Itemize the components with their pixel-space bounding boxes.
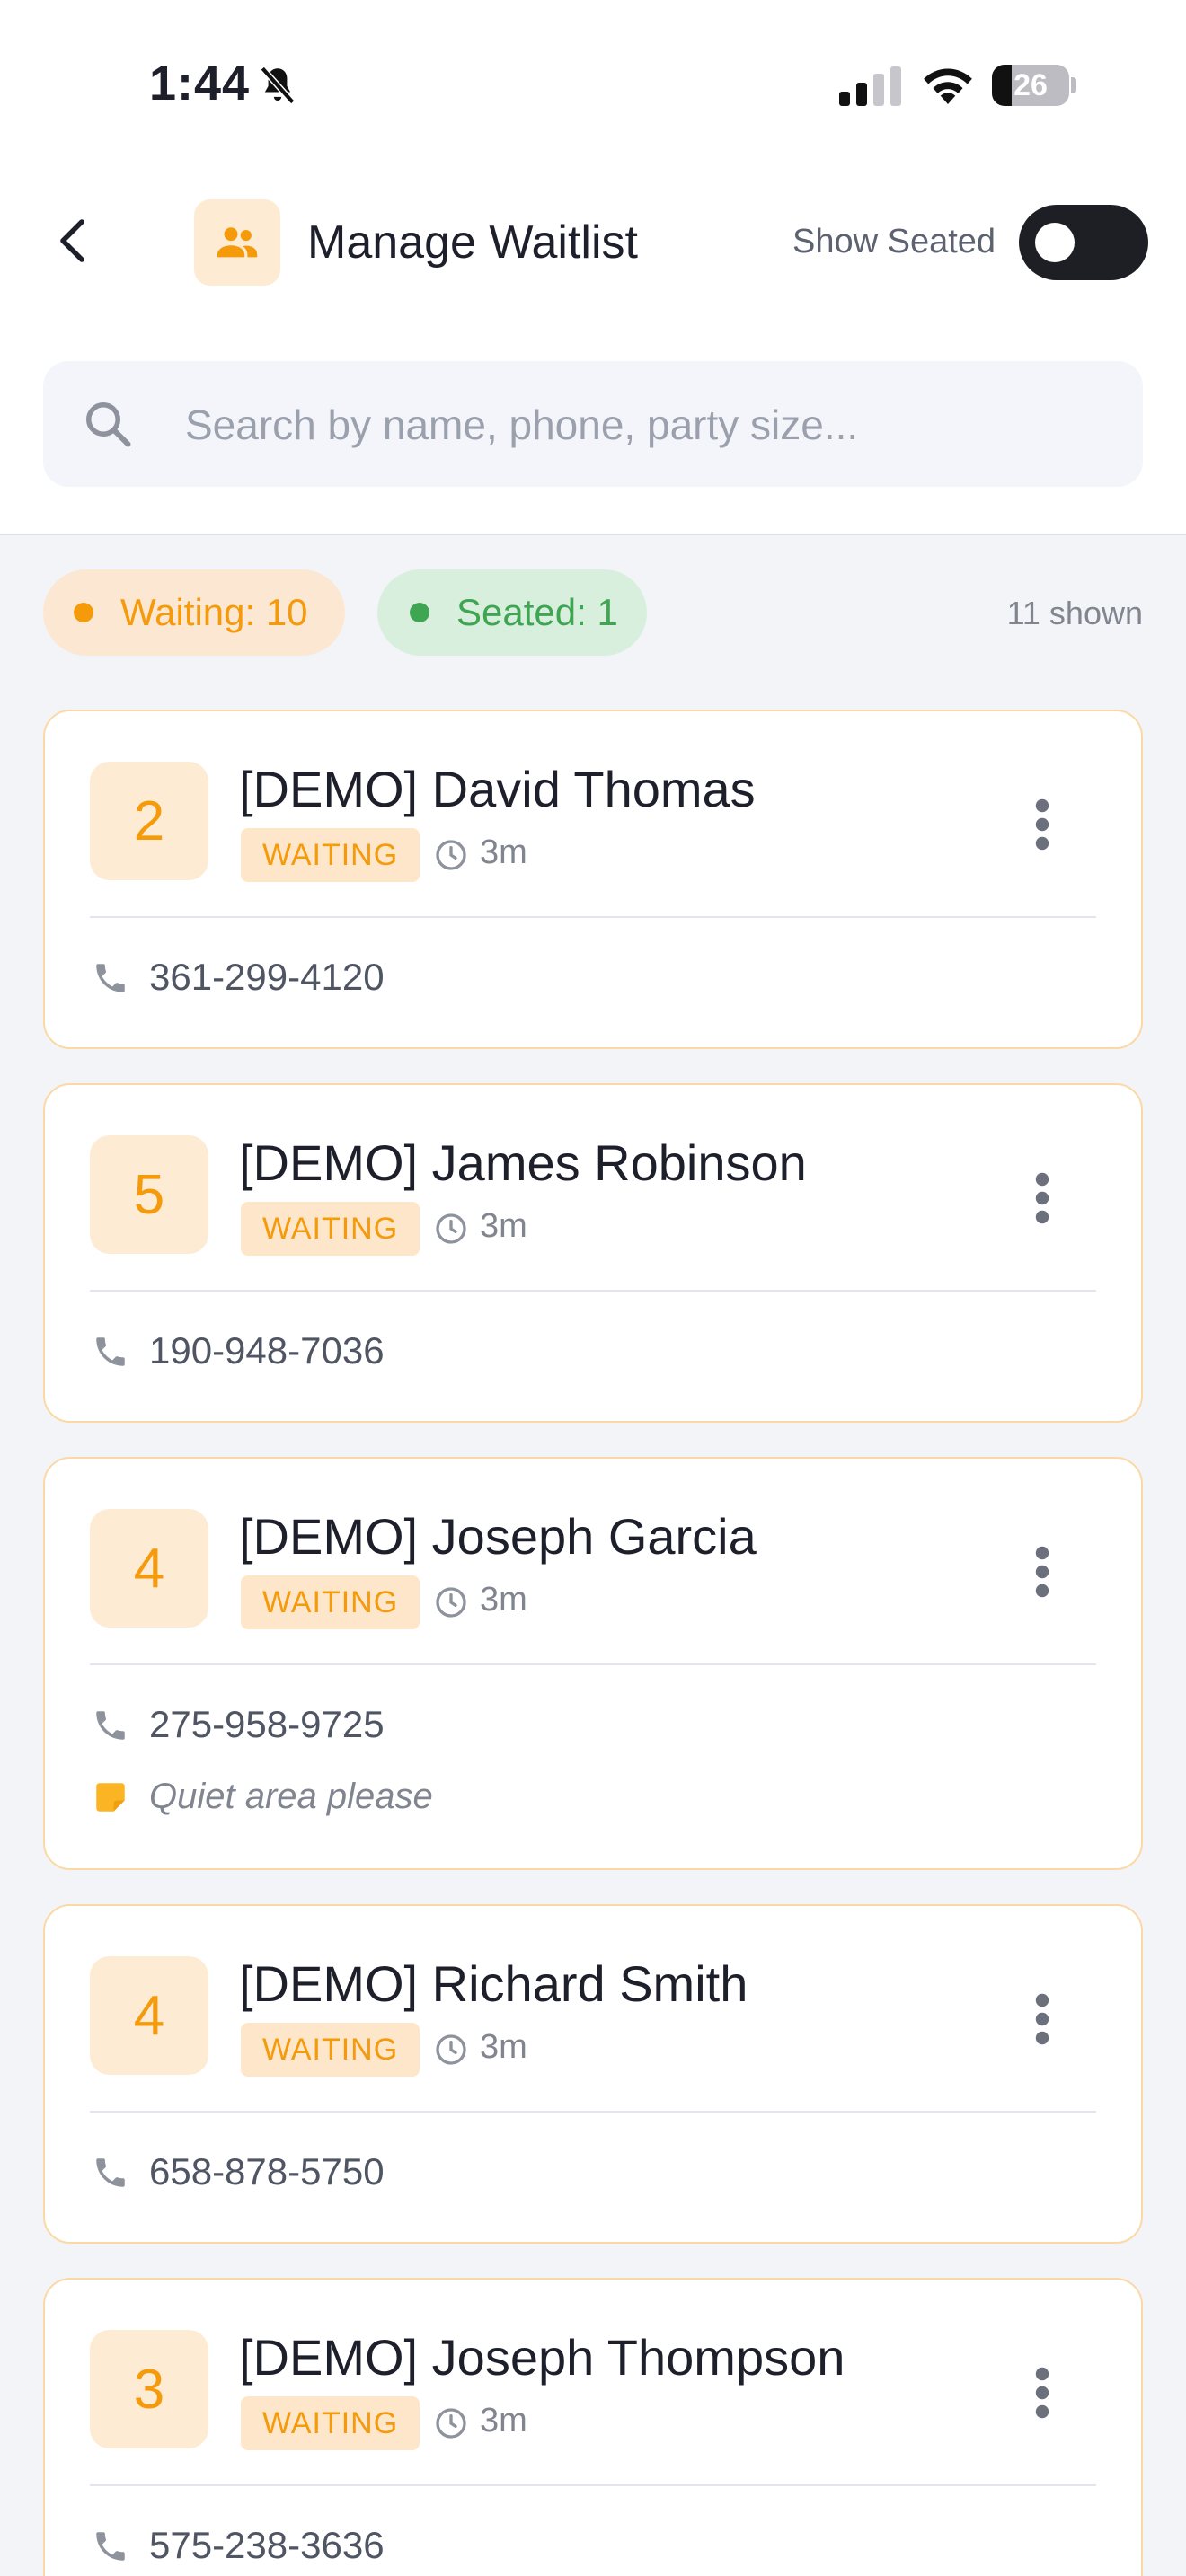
phone-icon <box>96 964 125 992</box>
guest-note: Quiet area please <box>149 1777 433 1816</box>
shown-count: 11 shown <box>1006 595 1143 631</box>
top-bar: 1:44 26 Manage Waitlist Show Seated <box>0 0 1186 535</box>
status-time: 1:44 <box>149 57 251 110</box>
seated-dot <box>410 603 429 622</box>
waiting-count-chip[interactable]: Waiting: 10 <box>43 569 345 656</box>
phone-icon <box>96 2532 125 2561</box>
clock-icon <box>436 840 466 870</box>
waiting-count-label: Waiting: 10 <box>120 591 308 633</box>
cellular-signal-icon <box>839 66 901 106</box>
phone-number[interactable]: 361-299-4120 <box>149 956 385 999</box>
people-icon <box>217 227 258 258</box>
guest-name: [DEMO] Richard Smith <box>239 1955 748 2012</box>
card-divider <box>90 1663 1096 1665</box>
card-divider <box>90 916 1096 918</box>
waitlist-card[interactable]: 4 [DEMO] Joseph Garcia WAITING 3m 275-95… <box>43 1457 1143 1870</box>
seated-count-label: Seated: 1 <box>456 591 618 633</box>
guest-name: [DEMO] Joseph Thompson <box>239 2329 845 2386</box>
status-badge: WAITING <box>241 1575 420 1629</box>
party-size-badge: 5 <box>90 1135 208 1254</box>
clock-icon <box>436 2408 466 2439</box>
phone-icon <box>96 1337 125 1366</box>
more-vertical-icon[interactable] <box>1033 798 1051 851</box>
search-icon <box>86 402 131 447</box>
guest-name: [DEMO] James Robinson <box>239 1134 807 1191</box>
bell-muted-icon <box>260 66 296 105</box>
chevron-left-icon[interactable] <box>50 216 101 266</box>
waitlist-card[interactable]: 4 [DEMO] Richard Smith WAITING 3m 658-87… <box>43 1904 1143 2244</box>
clock-icon <box>436 1587 466 1618</box>
status-badge: WAITING <box>241 2396 420 2450</box>
phone-number[interactable]: 190-948-7036 <box>149 1329 385 1372</box>
search-input[interactable] <box>183 392 1112 458</box>
phone-number[interactable]: 575-238-3636 <box>149 2524 385 2567</box>
party-size-badge: 2 <box>90 762 208 880</box>
search-bar[interactable] <box>43 361 1143 487</box>
more-vertical-icon[interactable] <box>1033 1171 1051 1225</box>
more-vertical-icon[interactable] <box>1033 1545 1051 1599</box>
phone-icon <box>96 1711 125 1740</box>
wait-time: 3m <box>480 1207 527 1245</box>
show-seated-label: Show Seated <box>792 223 996 260</box>
show-seated-toggle[interactable] <box>1019 205 1148 280</box>
status-badge: WAITING <box>241 1202 420 1256</box>
more-vertical-icon[interactable] <box>1033 1992 1051 2046</box>
wait-time: 3m <box>480 2402 527 2439</box>
party-size-badge: 4 <box>90 1509 208 1628</box>
guest-name: [DEMO] David Thomas <box>239 761 756 817</box>
battery-icon: 26 <box>992 65 1069 106</box>
waitlist-app-icon <box>194 199 280 286</box>
status-badge: WAITING <box>241 2023 420 2077</box>
card-divider <box>90 2484 1096 2486</box>
party-size-badge: 4 <box>90 1956 208 2075</box>
wait-time: 3m <box>480 2028 527 2066</box>
party-size-badge: 3 <box>90 2330 208 2448</box>
card-divider <box>90 1290 1096 1292</box>
phone-icon <box>96 2158 125 2187</box>
waitlist-card[interactable]: 2 [DEMO] David Thomas WAITING 3m 361-299… <box>43 710 1143 1049</box>
more-vertical-icon[interactable] <box>1033 2366 1051 2420</box>
phone-number[interactable]: 658-878-5750 <box>149 2150 385 2193</box>
clock-icon <box>436 2034 466 2065</box>
wifi-icon <box>924 68 972 104</box>
wait-time: 3m <box>480 1581 527 1619</box>
status-badge: WAITING <box>241 828 420 882</box>
waitlist-card[interactable]: 5 [DEMO] James Robinson WAITING 3m 190-9… <box>43 1083 1143 1423</box>
page-title: Manage Waitlist <box>307 216 638 269</box>
battery-tip <box>1071 77 1076 93</box>
card-divider <box>90 2111 1096 2113</box>
note-icon <box>96 1783 125 1812</box>
battery-level: 26 <box>1013 68 1048 102</box>
seated-count-chip[interactable]: Seated: 1 <box>377 569 647 656</box>
guest-name: [DEMO] Joseph Garcia <box>239 1508 757 1565</box>
phone-number[interactable]: 275-958-9725 <box>149 1703 385 1746</box>
waitlist-card[interactable]: 3 [DEMO] Joseph Thompson WAITING 3m 575-… <box>43 2278 1143 2576</box>
toggle-knob <box>1035 223 1075 262</box>
clock-icon <box>436 1213 466 1244</box>
wait-time: 3m <box>480 834 527 871</box>
waiting-dot <box>74 603 93 622</box>
